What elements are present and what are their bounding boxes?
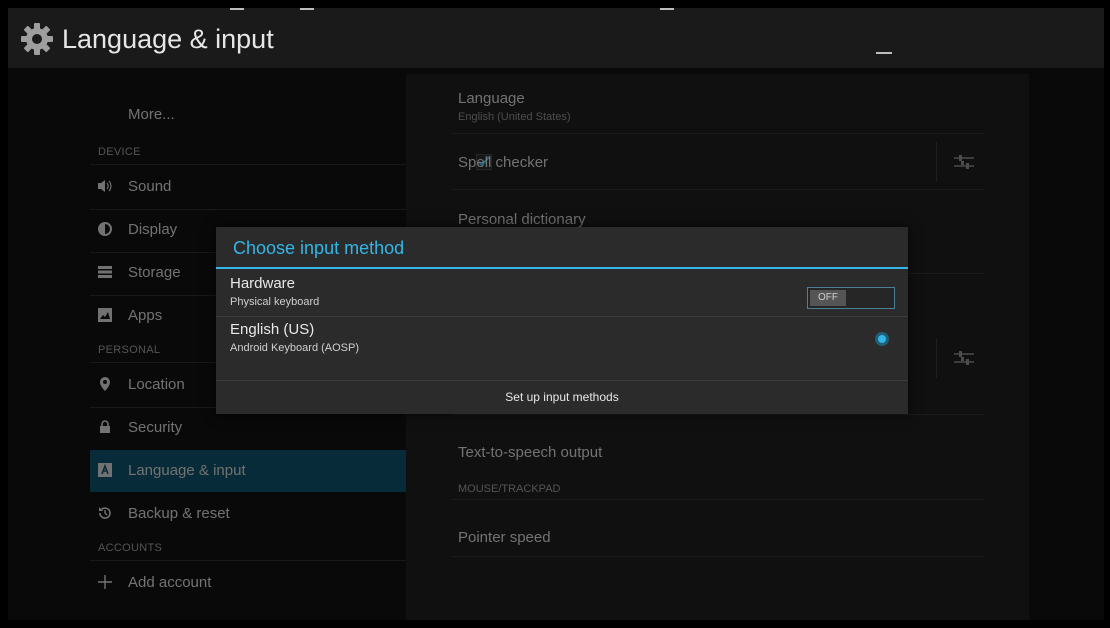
english-subtitle: Android Keyboard (AOSP) xyxy=(230,342,360,354)
english-title: English (US) xyxy=(230,321,315,338)
input-method-hardware[interactable]: Hardware Physical keyboard xyxy=(216,269,908,317)
hardware-subtitle: Physical keyboard xyxy=(230,296,320,308)
choose-input-method-dialog: Choose input method Hardware Physical ke… xyxy=(216,227,908,414)
status-mark xyxy=(660,8,674,10)
status-mark xyxy=(300,8,314,10)
hardware-title: Hardware xyxy=(230,275,296,292)
dialog-title: Choose input method xyxy=(233,238,405,258)
status-mark xyxy=(230,8,244,10)
toggle-state: OFF xyxy=(810,290,846,306)
page-title: Language & input xyxy=(62,24,274,54)
english-radio-selected[interactable] xyxy=(875,332,889,346)
screen: Language & input More... DEVICE Sound Di… xyxy=(8,8,1104,620)
setup-input-methods-button[interactable]: Set up input methods xyxy=(216,381,908,414)
hardware-keyboard-toggle[interactable]: OFF xyxy=(807,287,895,309)
radio-dot xyxy=(878,335,886,343)
action-bar: Language & input xyxy=(8,8,1104,68)
settings-gear-icon[interactable] xyxy=(20,22,54,56)
overflow-mark xyxy=(876,52,892,54)
input-method-english-us[interactable]: English (US) Android Keyboard (AOSP) xyxy=(216,317,908,379)
